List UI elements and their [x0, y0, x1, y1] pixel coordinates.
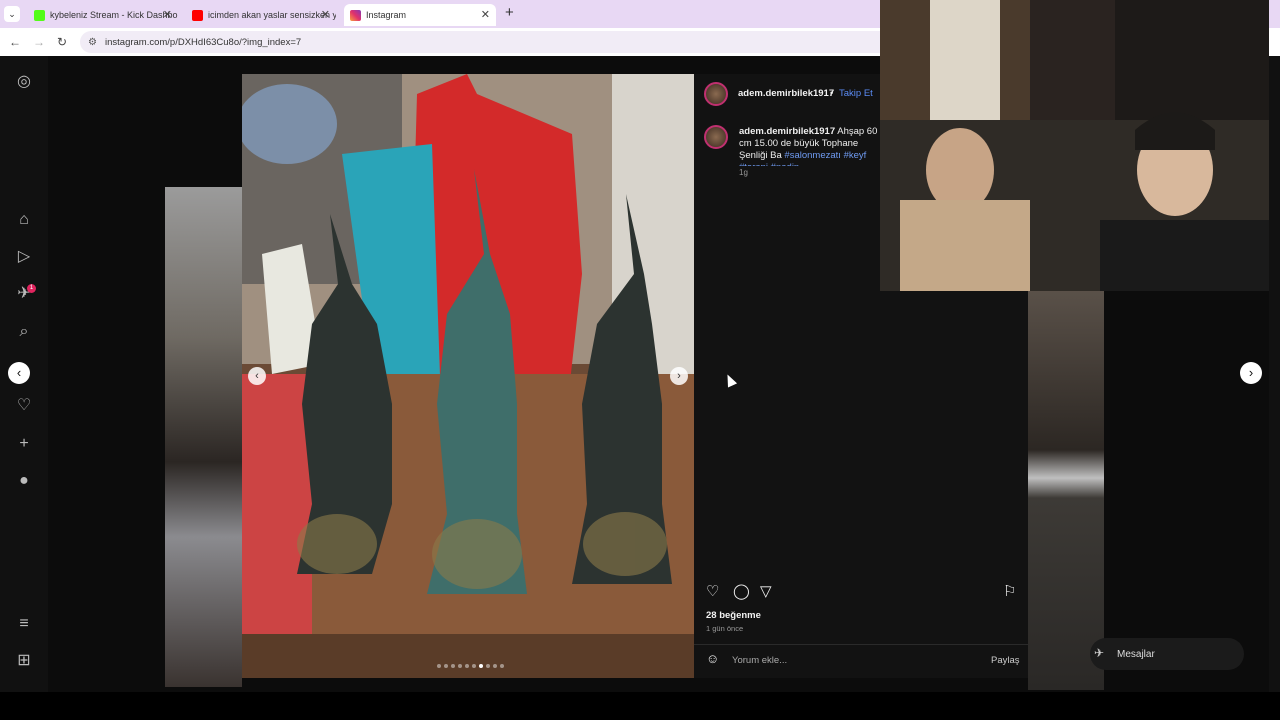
post-comment-button[interactable]: Paylaş	[991, 655, 1020, 666]
instagram-favicon-icon	[350, 9, 361, 21]
post-photo-illustration	[242, 74, 694, 678]
tab-instagram[interactable]: Instagram ✕	[344, 4, 496, 26]
carousel-dot	[500, 664, 504, 668]
author-avatar[interactable]	[704, 82, 728, 106]
tab-title: icimden akan yaslar sensizken y	[208, 10, 336, 20]
close-tab-icon[interactable]: ✕	[163, 8, 172, 21]
reload-icon[interactable]: ↻	[57, 35, 67, 49]
like-count[interactable]: 28 beğenme	[706, 610, 761, 621]
comment-input[interactable]: Yorum ekle...	[732, 655, 787, 666]
carousel-dot	[486, 664, 490, 668]
next-post-icon[interactable]: ›	[1240, 362, 1262, 384]
reels-icon[interactable]: ▷	[14, 247, 34, 267]
like-heart-icon[interactable]: ♡	[706, 582, 719, 600]
back-icon[interactable]: ←	[9, 35, 21, 49]
caption-avatar[interactable]	[704, 125, 728, 149]
forward-icon[interactable]: →	[33, 35, 45, 49]
post-timestamp: 1 gün önce	[706, 624, 744, 633]
author-username[interactable]: adem.demirbilek1917	[738, 88, 834, 99]
notifications-heart-icon[interactable]: ♡	[14, 396, 34, 416]
carousel-prev-icon[interactable]: ‹	[248, 367, 266, 385]
previous-post-icon[interactable]: ‹	[8, 362, 30, 384]
url-text[interactable]: instagram.com/p/DXHdI63Cu8o/?img_index=7	[105, 37, 301, 48]
site-info-icon[interactable]: ⚙	[88, 37, 97, 48]
tab-list-button[interactable]: ⌄	[4, 6, 20, 22]
notification-badge: 1	[27, 284, 36, 293]
webcam-feed	[880, 0, 1269, 291]
follow-button[interactable]: Takip Et	[839, 88, 873, 99]
profile-avatar-icon[interactable]: ●	[14, 471, 34, 491]
carousel-dot	[465, 664, 469, 668]
create-icon[interactable]: +	[14, 434, 34, 454]
tab-title: Instagram	[366, 10, 407, 20]
carousel-next-icon[interactable]: ›	[670, 367, 688, 385]
background-post-preview-right	[1028, 290, 1104, 690]
carousel-dot	[451, 664, 455, 668]
caption-age: 1g	[739, 168, 748, 177]
save-bookmark-icon[interactable]: ⚐	[1003, 582, 1016, 600]
header-separator: •	[830, 88, 834, 99]
instagram-logo-icon[interactable]: ◎	[14, 72, 34, 92]
carousel-dot	[437, 664, 441, 668]
share-icon[interactable]: ▽	[760, 582, 772, 600]
more-apps-icon[interactable]: ⊞	[14, 651, 34, 671]
tab-title: kybeleniz Stream - Kick Dashbo	[50, 10, 178, 20]
webcam-overlay	[880, 0, 1269, 291]
carousel-dot	[472, 664, 476, 668]
background-post-preview	[165, 187, 242, 687]
post-image[interactable]	[242, 74, 694, 678]
new-tab-button[interactable]: +	[505, 4, 514, 21]
carousel-dot	[444, 664, 448, 668]
tab-kick[interactable]: kybeleniz Stream - Kick Dashbo ✕	[28, 4, 178, 26]
tab-youtube[interactable]: icimden akan yaslar sensizken y ✕	[186, 4, 336, 26]
carousel-dots	[437, 664, 504, 668]
carousel-dot-active	[479, 664, 483, 668]
page-scrollbar[interactable]	[1269, 56, 1280, 692]
messages-label[interactable]: Mesajlar	[1117, 649, 1155, 660]
close-tab-icon[interactable]: ✕	[321, 8, 330, 21]
carousel-dot	[458, 664, 462, 668]
comment-icon[interactable]: ◯	[733, 582, 750, 600]
messages-pill[interactable]	[1090, 638, 1244, 670]
emoji-icon[interactable]: ☺	[706, 651, 719, 666]
youtube-favicon-icon	[192, 9, 203, 21]
caption-username[interactable]: adem.demirbilek1917	[739, 126, 835, 137]
carousel-dot	[493, 664, 497, 668]
post-caption: adem.demirbilek1917 Ahşap 60 cm 15.00 de…	[739, 126, 884, 166]
close-tab-icon[interactable]: ✕	[481, 8, 490, 21]
menu-icon[interactable]: ≡	[14, 614, 34, 634]
search-icon[interactable]: ⌕	[14, 322, 34, 342]
home-icon[interactable]: ⌂	[14, 210, 34, 230]
kick-favicon-icon	[34, 9, 45, 21]
messages-pill-icon: ✈	[1094, 646, 1105, 660]
